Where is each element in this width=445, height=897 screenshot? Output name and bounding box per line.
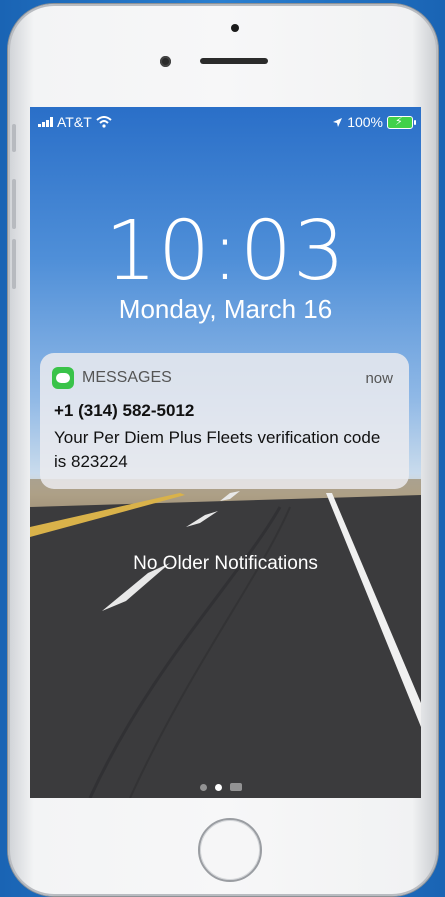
proximity-sensor [231, 24, 239, 32]
volume-down-button [12, 239, 16, 289]
messages-app-icon [52, 367, 74, 389]
lock-screen: AT&T 100% ⚡ 10:03 Monday, March 16 MESSA… [30, 107, 421, 798]
page-indicator[interactable] [200, 783, 242, 791]
no-older-notifications-label: No Older Notifications [133, 553, 318, 574]
home-button[interactable] [198, 818, 262, 882]
location-arrow-icon [333, 117, 343, 127]
status-bar: AT&T 100% ⚡ [30, 107, 421, 137]
carrier-info: AT&T [38, 114, 112, 130]
lock-screen-time: 10:03 [104, 204, 347, 299]
notification-timestamp: now [365, 370, 393, 387]
volume-up-button [12, 179, 16, 229]
message-notification[interactable]: MESSAGES now +1 (314) 582-5012 Your Per … [40, 353, 409, 489]
notification-app-name: MESSAGES [82, 369, 172, 386]
notification-message: Your Per Diem Plus Fleets verification c… [54, 428, 381, 471]
page-dot-active [215, 783, 222, 791]
signal-strength-icon [38, 117, 53, 127]
notification-sender: +1 (314) 582-5012 [54, 401, 195, 420]
battery-percent: 100% [347, 114, 383, 130]
charging-bolt-icon: ⚡ [395, 115, 403, 128]
battery-icon: ⚡ [387, 115, 416, 129]
wifi-icon [96, 116, 112, 128]
earpiece-speaker [200, 58, 268, 64]
carrier-name: AT&T [57, 114, 92, 130]
page-dot [200, 783, 207, 791]
front-camera [160, 56, 171, 67]
notification-header: MESSAGES [52, 367, 172, 389]
lock-screen-date: Monday, March 16 [118, 294, 333, 324]
status-right: 100% ⚡ [332, 114, 416, 130]
camera-page-icon [230, 783, 242, 791]
mute-switch [12, 124, 16, 152]
